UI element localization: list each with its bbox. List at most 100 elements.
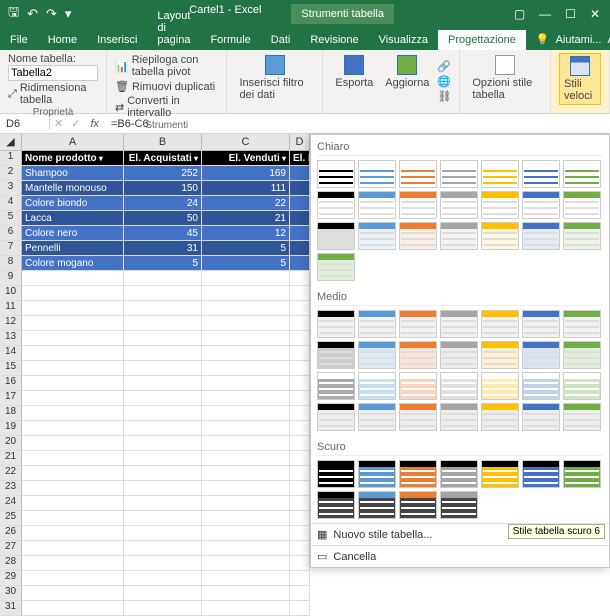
table-cell[interactable]: 5 (202, 256, 290, 271)
empty-cell[interactable] (290, 301, 310, 316)
table-cell[interactable]: Colore nero (22, 226, 124, 241)
table-style-swatch[interactable] (481, 310, 519, 338)
table-style-swatch[interactable] (563, 372, 601, 400)
empty-cell[interactable] (202, 361, 290, 376)
table-style-swatch[interactable] (358, 160, 396, 188)
tell-me-icon[interactable]: 💡 (536, 33, 550, 46)
redo-icon[interactable]: ↷ (46, 6, 57, 22)
empty-cell[interactable] (290, 466, 310, 481)
empty-cell[interactable] (124, 361, 202, 376)
table-style-swatch[interactable] (522, 460, 560, 488)
table-style-swatch[interactable] (563, 341, 601, 369)
col-header-a[interactable]: A (22, 134, 124, 150)
empty-cell[interactable] (124, 541, 202, 556)
table-style-swatch[interactable] (399, 191, 437, 219)
empty-cell[interactable] (290, 316, 310, 331)
save-icon[interactable]: 🖫 (8, 3, 19, 25)
table-cell[interactable] (290, 181, 310, 196)
empty-cell[interactable] (22, 571, 124, 586)
empty-cell[interactable] (290, 451, 310, 466)
row-header[interactable]: 1 (0, 151, 22, 166)
empty-cell[interactable] (22, 271, 124, 286)
table-style-swatch[interactable] (317, 253, 355, 281)
empty-cell[interactable] (22, 316, 124, 331)
empty-cell[interactable] (22, 346, 124, 361)
tab-inserisci[interactable]: Inserisci (87, 30, 147, 50)
table-style-swatch[interactable] (358, 310, 396, 338)
empty-cell[interactable] (124, 271, 202, 286)
table-style-swatch[interactable] (522, 160, 560, 188)
table-cell[interactable]: 12 (202, 226, 290, 241)
empty-cell[interactable] (290, 361, 310, 376)
table-style-swatch[interactable] (563, 310, 601, 338)
row-header[interactable]: 15 (0, 361, 22, 376)
row-header[interactable]: 16 (0, 376, 22, 391)
table-style-swatch[interactable] (440, 310, 478, 338)
tab-visualizza[interactable]: Visualizza (369, 30, 438, 50)
close-icon[interactable]: ✕ (590, 7, 600, 21)
empty-cell[interactable] (290, 556, 310, 571)
empty-cell[interactable] (22, 301, 124, 316)
unlink-icon[interactable]: ⛓ (437, 90, 451, 103)
empty-cell[interactable] (290, 331, 310, 346)
table-style-swatch[interactable] (399, 491, 437, 519)
empty-cell[interactable] (290, 406, 310, 421)
col-header-c[interactable]: C (202, 134, 290, 150)
empty-cell[interactable] (290, 526, 310, 541)
table-header-cell[interactable]: El. D (290, 151, 310, 166)
name-box[interactable]: D6 (0, 118, 50, 130)
table-style-swatch[interactable] (522, 372, 560, 400)
empty-cell[interactable] (202, 586, 290, 601)
empty-cell[interactable] (124, 421, 202, 436)
table-style-swatch[interactable] (399, 160, 437, 188)
empty-cell[interactable] (290, 436, 310, 451)
empty-cell[interactable] (202, 451, 290, 466)
row-header[interactable]: 17 (0, 391, 22, 406)
table-style-swatch[interactable] (481, 372, 519, 400)
style-options-button[interactable]: Opzioni stile tabella (468, 53, 542, 103)
table-cell[interactable]: 5 (124, 256, 202, 271)
empty-cell[interactable] (22, 421, 124, 436)
empty-cell[interactable] (124, 481, 202, 496)
empty-cell[interactable] (290, 481, 310, 496)
empty-cell[interactable] (22, 361, 124, 376)
table-style-swatch[interactable] (563, 460, 601, 488)
select-all-corner[interactable]: ◢ (0, 134, 22, 150)
empty-cell[interactable] (124, 451, 202, 466)
table-style-swatch[interactable] (440, 372, 478, 400)
table-style-swatch[interactable] (522, 191, 560, 219)
empty-cell[interactable] (290, 541, 310, 556)
table-style-swatch[interactable] (440, 341, 478, 369)
table-style-swatch[interactable] (317, 191, 355, 219)
empty-cell[interactable] (124, 331, 202, 346)
empty-cell[interactable] (124, 391, 202, 406)
table-style-swatch[interactable] (358, 460, 396, 488)
empty-cell[interactable] (202, 346, 290, 361)
empty-cell[interactable] (202, 556, 290, 571)
row-header[interactable]: 8 (0, 256, 22, 271)
table-cell[interactable]: 24 (124, 196, 202, 211)
minimize-icon[interactable]: — (539, 7, 551, 21)
row-header[interactable]: 18 (0, 406, 22, 421)
empty-cell[interactable] (124, 466, 202, 481)
table-cell[interactable]: Shampoo (22, 166, 124, 181)
empty-cell[interactable] (290, 421, 310, 436)
table-cell[interactable]: 22 (202, 196, 290, 211)
table-style-swatch[interactable] (522, 341, 560, 369)
quick-styles-button[interactable]: Stili veloci (559, 53, 601, 105)
empty-cell[interactable] (124, 301, 202, 316)
resize-table-button[interactable]: ⤢Ridimensiona tabella (8, 81, 98, 107)
empty-cell[interactable] (202, 376, 290, 391)
empty-cell[interactable] (124, 556, 202, 571)
row-header[interactable]: 3 (0, 181, 22, 196)
table-style-swatch[interactable] (522, 403, 560, 431)
table-style-swatch[interactable] (317, 491, 355, 519)
empty-cell[interactable] (22, 541, 124, 556)
row-header[interactable]: 28 (0, 556, 22, 571)
table-cell[interactable] (290, 166, 310, 181)
table-cell[interactable]: Pennelli (22, 241, 124, 256)
row-header[interactable]: 21 (0, 451, 22, 466)
table-cell[interactable]: 169 (202, 166, 290, 181)
table-style-swatch[interactable] (440, 460, 478, 488)
row-header[interactable]: 9 (0, 271, 22, 286)
